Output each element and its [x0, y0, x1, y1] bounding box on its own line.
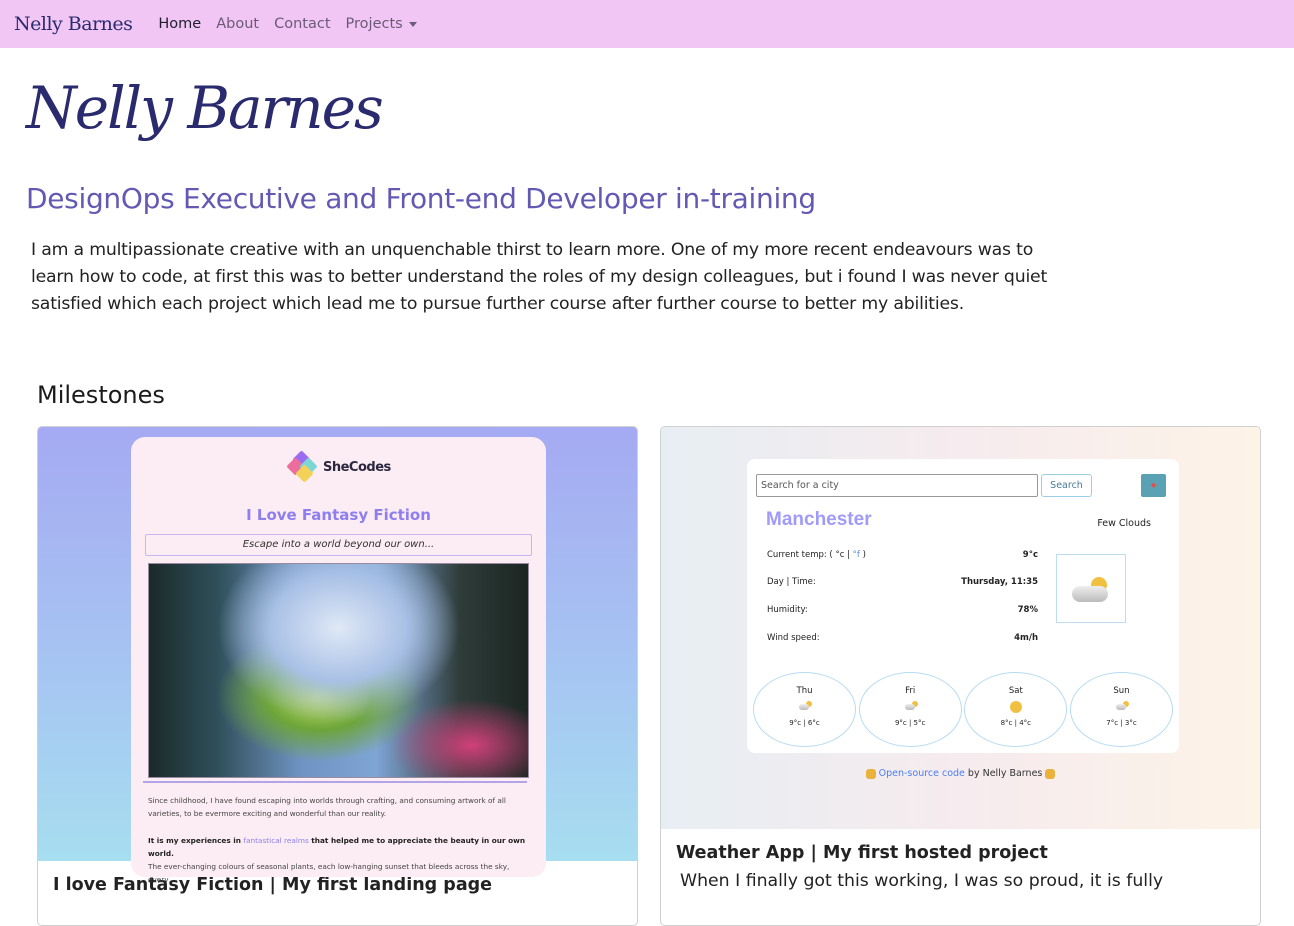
landing-page-tagline: Escape into a world beyond our own...	[145, 534, 532, 556]
forecast-day: Fri 9°c | 5°c	[858, 672, 962, 747]
row-value: Thursday, 11:35	[961, 577, 1038, 587]
city-search-input: Search for a city	[756, 474, 1038, 497]
forecast-temps: 7°c | 3°c	[1106, 719, 1137, 727]
landing-page-heading: I Love Fantasy Fiction	[246, 506, 431, 524]
city-name: Manchester	[766, 509, 872, 530]
map-pin-icon: ●	[1141, 474, 1166, 497]
navbar-brand[interactable]: Nelly Barnes	[14, 13, 133, 35]
nav-link-home[interactable]: Home	[158, 16, 201, 32]
card-text: When I finally got this working, I was s…	[680, 871, 1164, 891]
wind-speed-row: Wind speed: 4m/h	[767, 633, 1038, 643]
nav-link-contact[interactable]: Contact	[274, 16, 330, 32]
row-label: Wind speed:	[767, 633, 820, 643]
hero-subtitle: DesignOps Executive and Front-end Develo…	[26, 182, 816, 215]
forecast-temps: 8°c | 4°c	[1000, 719, 1032, 727]
fahrenheit-link: °f	[852, 550, 860, 560]
forecast-day-name: Thu	[796, 686, 813, 696]
sun-icon	[965, 700, 1066, 716]
card-body: Weather App | My first hosted project Wh…	[661, 829, 1260, 905]
footer-text: by Nelly Barnes	[964, 768, 1046, 779]
bold-text: It is my experiences in	[148, 836, 244, 845]
milestone-card-landing-page[interactable]: SheCodes I Love Fantasy Fiction Escape i…	[37, 426, 638, 926]
search-button: Search	[1041, 474, 1092, 497]
shecodes-logo: SheCodes	[286, 450, 391, 483]
divider	[143, 781, 527, 783]
weather-description: Few Clouds	[1097, 518, 1151, 529]
weather-app-preview: Search for a city Search ● Manchester Fe…	[747, 459, 1179, 753]
forecast-temps: 9°c | 6°c	[789, 719, 820, 727]
intro-paragraph: I am a multipassionate creative with an …	[31, 240, 1048, 314]
forecast-row: Thu 9°c | 6°c Fri 9°c | 5°c Sat 8°c | 4°…	[753, 672, 1173, 747]
few-clouds-icon	[860, 700, 961, 716]
hero-name: Nelly Barnes	[26, 74, 384, 142]
landing-page-preview: SheCodes I Love Fantasy Fiction Escape i…	[131, 437, 546, 884]
emoji-icon	[865, 768, 876, 779]
milestone-card-weather-app[interactable]: Search for a city Search ● Manchester Fe…	[660, 426, 1261, 926]
weather-app-footer: Open-source code by Nelly Barnes	[661, 768, 1260, 779]
few-clouds-icon	[1056, 554, 1126, 623]
shecodes-logo-icon	[286, 450, 319, 483]
landing-page-paragraph: Since childhood, I have found escaping i…	[148, 796, 506, 818]
weather-app-preview-image[interactable]: Search for a city Search ● Manchester Fe…	[661, 427, 1260, 829]
row-label: Current temp: ( °c | °f )	[767, 550, 866, 560]
forecast-temps: 9°c | 5°c	[894, 719, 926, 727]
humidity-row: Humidity: 78%	[767, 605, 1038, 615]
few-clouds-icon	[1071, 700, 1172, 716]
forecast-day-name: Sat	[1008, 686, 1023, 696]
row-value: 78%	[1017, 605, 1038, 615]
open-source-code-link: Open-source code	[878, 768, 965, 779]
milestones-heading: Milestones	[37, 381, 165, 409]
shecodes-logo-text: SheCodes	[323, 459, 391, 475]
landing-page-paragraph-2: It is my experiences in fantastical real…	[148, 834, 530, 886]
row-value: 4m/h	[1014, 633, 1038, 643]
forecast-day-name: Fri	[905, 686, 916, 696]
row-label: Day | Time:	[767, 577, 816, 587]
caret-down-icon	[408, 21, 417, 27]
forecast-day-name: Sun	[1113, 686, 1130, 696]
card-title: Weather App | My first hosted project	[676, 843, 1048, 863]
row-value: 9°c	[1022, 550, 1038, 560]
row-label: Humidity:	[767, 605, 808, 615]
paragraph-rest: The ever-changing colours of seasonal pl…	[148, 862, 510, 884]
navbar: Nelly Barnes Home About Contact Projects	[0, 0, 1294, 48]
fantasy-landscape-image	[148, 563, 529, 778]
day-time-row: Day | Time: Thursday, 11:35	[767, 577, 1038, 587]
nav-dropdown-projects[interactable]: Projects	[346, 16, 417, 32]
few-clouds-icon	[754, 700, 855, 716]
fantastical-realms-link: fantastical realms	[243, 836, 309, 845]
current-temp-row: Current temp: ( °c | °f ) 9°c	[767, 550, 1038, 560]
forecast-day: Thu 9°c | 6°c	[753, 672, 856, 747]
emoji-icon	[1045, 768, 1056, 779]
landing-page-preview-image[interactable]: SheCodes I Love Fantasy Fiction Escape i…	[38, 427, 637, 884]
forecast-day: Sun 7°c | 3°c	[1069, 672, 1173, 747]
search-placeholder: Search for a city	[761, 480, 839, 491]
forecast-day: Sat 8°c | 4°c	[964, 672, 1068, 747]
nav-link-about[interactable]: About	[216, 16, 259, 32]
nav-link-projects-label: Projects	[345, 16, 403, 32]
